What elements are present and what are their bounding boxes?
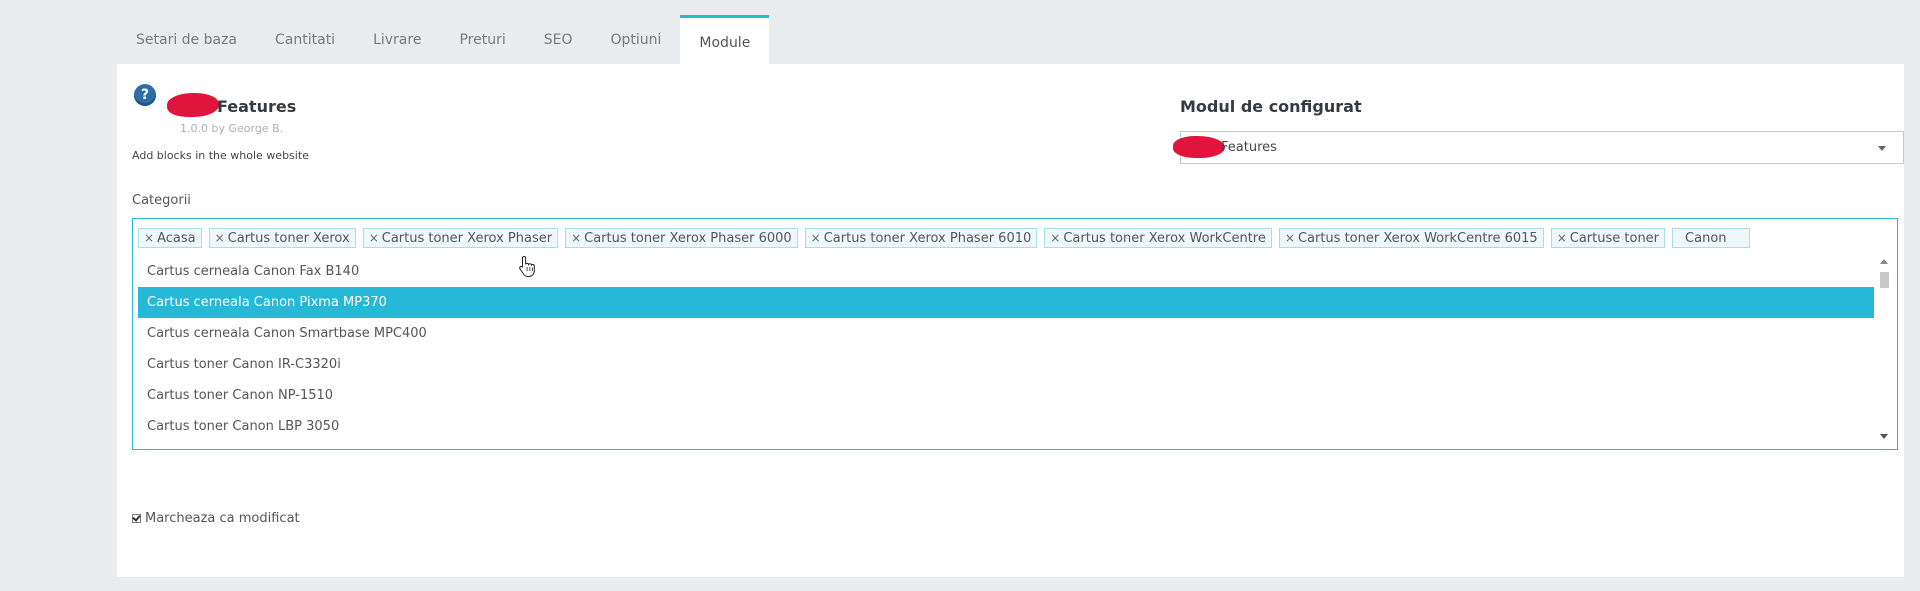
category-chip: × Acasa xyxy=(138,228,202,248)
config-module-select[interactable]: Features xyxy=(1173,131,1904,164)
selected-chips: × Acasa × Cartus toner Xerox × Cartus to… xyxy=(138,228,1751,248)
remove-chip-icon[interactable]: × xyxy=(369,231,379,245)
chip-label: Cartus toner Xerox WorkCentre xyxy=(1063,230,1266,246)
hand-cursor-icon xyxy=(519,255,535,277)
remove-chip-icon[interactable]: × xyxy=(1557,231,1567,245)
tab-module[interactable]: Module xyxy=(680,15,770,64)
tab-setari-de-baza[interactable]: Setari de baza xyxy=(117,15,256,64)
tab-optiuni[interactable]: Optiuni xyxy=(591,15,680,64)
chevron-down-icon xyxy=(1878,146,1886,151)
list-item[interactable]: Cartus cerneala Canon Fax B140 xyxy=(138,256,1874,287)
category-chip: × Cartus toner Xerox WorkCentre 6015 xyxy=(1278,228,1544,248)
category-chip: × Cartus toner Xerox Phaser 6010 xyxy=(804,228,1038,248)
chip-label: Cartuse toner xyxy=(1569,230,1660,246)
tab-seo[interactable]: SEO xyxy=(525,15,592,64)
chip-label: Acasa xyxy=(157,230,196,246)
list-item[interactable]: Cartus toner Canon NP-1510 xyxy=(138,380,1874,411)
list-item[interactable]: Cartus cerneala Canon Smartbase MPC400 xyxy=(138,318,1874,349)
remove-chip-icon[interactable]: × xyxy=(1285,231,1295,245)
module-description: Add blocks in the whole website xyxy=(132,149,309,162)
tab-cantitati[interactable]: Cantitati xyxy=(256,15,354,64)
categories-label: Categorii xyxy=(132,193,191,208)
tab-preturi[interactable]: Preturi xyxy=(440,15,524,64)
tab-livrare[interactable]: Livrare xyxy=(354,15,440,64)
category-chip: × Cartus toner Xerox Phaser 6000 xyxy=(565,228,798,248)
config-module-selected-value: Features xyxy=(1221,140,1277,155)
category-chip: × Cartuse toner xyxy=(1550,228,1666,248)
remove-chip-icon[interactable]: × xyxy=(215,231,225,245)
category-chip: × Cartus toner Xerox Phaser xyxy=(362,228,559,248)
scrollbar-thumb[interactable] xyxy=(1880,272,1889,288)
remove-chip-icon[interactable]: × xyxy=(571,231,581,245)
category-options-list: Cartus cerneala Canon Fax B140 Cartus ce… xyxy=(138,256,1874,442)
remove-chip-icon[interactable]: × xyxy=(811,231,821,245)
category-chip: × Cartus toner Xerox WorkCentre xyxy=(1044,228,1272,248)
chip-label: Cartus toner Xerox Phaser xyxy=(381,230,553,246)
redaction-mark xyxy=(1173,136,1225,158)
scroll-up-icon[interactable] xyxy=(1880,259,1888,264)
list-item-highlighted[interactable]: Cartus cerneala Canon Pixma MP370 xyxy=(138,287,1874,318)
module-title: Features xyxy=(217,97,297,116)
tab-bar: Setari de baza Cantitati Livrare Preturi… xyxy=(117,15,770,64)
chip-label: Cartus toner Xerox xyxy=(227,230,350,246)
remove-chip-icon[interactable]: × xyxy=(144,231,154,245)
scroll-down-icon[interactable] xyxy=(1880,434,1888,439)
chip-label: Cartus toner Xerox WorkCentre 6015 xyxy=(1297,230,1538,246)
mark-modified-row: Marcheaza ca modificat xyxy=(132,511,300,526)
list-item[interactable]: Cartus toner Canon LBP 3050 xyxy=(138,411,1874,442)
module-version: 1.0.0 by George B. xyxy=(180,122,284,135)
chip-label: Cartus toner Xerox Phaser 6000 xyxy=(584,230,792,246)
chip-label: Cartus toner Xerox Phaser 6010 xyxy=(823,230,1032,246)
module-panel: ? Features 1.0.0 by George B. Add blocks… xyxy=(117,64,1904,577)
options-scrollbar[interactable] xyxy=(1877,257,1891,441)
category-chip: × Cartus toner Xerox xyxy=(208,228,356,248)
list-item[interactable]: Cartus toner Canon IR-C3320i xyxy=(138,349,1874,380)
category-search-input[interactable]: Canon xyxy=(1672,228,1751,248)
mark-modified-checkbox[interactable] xyxy=(132,514,141,523)
help-icon[interactable]: ? xyxy=(134,84,156,106)
config-module-label: Modul de configurat xyxy=(1180,97,1362,116)
redaction-mark xyxy=(167,93,219,117)
categories-multiselect[interactable]: × Acasa × Cartus toner Xerox × Cartus to… xyxy=(132,218,1898,450)
mark-modified-label: Marcheaza ca modificat xyxy=(145,511,300,526)
remove-chip-icon[interactable]: × xyxy=(1050,231,1060,245)
